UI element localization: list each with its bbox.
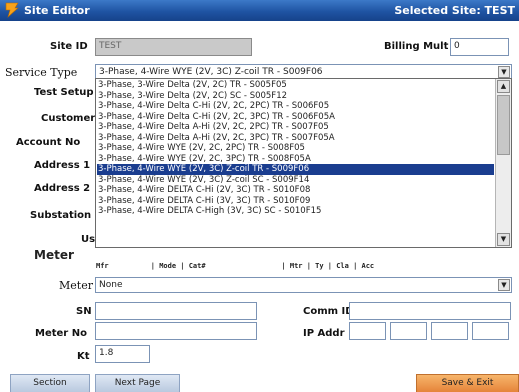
address2-label: Address 2 xyxy=(34,183,91,194)
service-type-selected-value: 3-Phase, 4-Wire WYE (2V, 3C) Z-coil TR -… xyxy=(99,67,323,77)
kt-field[interactable]: 1.8 xyxy=(95,345,150,363)
meter-section-heading: Meter xyxy=(34,248,74,262)
service-type-option[interactable]: 3-Phase, 3-Wire Delta (2V, 2C) TR - S005… xyxy=(97,80,494,91)
chevron-down-icon[interactable]: ▼ xyxy=(498,66,510,78)
ip-addr-label: IP Addr xyxy=(303,328,345,339)
customer-label: Customer xyxy=(41,113,96,124)
service-type-option[interactable]: 3-Phase, 4-Wire DELTA C-Hi (2V, 3C) TR -… xyxy=(97,185,494,196)
ip-octet-4[interactable] xyxy=(472,322,509,340)
chevron-down-icon[interactable]: ▼ xyxy=(498,279,510,291)
service-type-option[interactable]: 3-Phase, 4-Wire Delta C-Hi (2V, 2C, 3PC)… xyxy=(97,112,494,123)
service-type-option[interactable]: 3-Phase, 3-Wire Delta (2V, 2C) SC - S005… xyxy=(97,91,494,102)
meter-no-field[interactable] xyxy=(95,322,257,340)
kt-label: Kt xyxy=(77,351,90,362)
meter-column-header: Mfr | Mode | Cat# | Mtr | Ty | Cla | Acc xyxy=(96,262,375,270)
service-type-listbox[interactable]: 3-Phase, 3-Wire Delta (2V, 2C) TR - S005… xyxy=(95,78,512,248)
sn-field[interactable] xyxy=(95,302,257,320)
selected-site-label: Selected Site: TEST xyxy=(394,4,515,17)
billing-mult-label: Billing Mult xyxy=(384,41,449,52)
scroll-thumb[interactable] xyxy=(497,95,510,155)
section-button[interactable]: Section xyxy=(10,374,90,392)
address1-label: Address 1 xyxy=(34,160,91,171)
site-id-field[interactable]: TEST xyxy=(95,38,252,56)
service-type-option[interactable]: 3-Phase, 4-Wire Delta A-Hi (2V, 2C, 2PC)… xyxy=(97,122,494,133)
service-type-option[interactable]: 3-Phase, 4-Wire WYE (2V, 3C) Z-coil SC -… xyxy=(97,175,494,186)
scroll-down-icon[interactable]: ▼ xyxy=(497,233,510,246)
us-label: Us xyxy=(81,234,96,245)
sn-label: SN xyxy=(76,306,92,317)
test-setup-label: Test Setup xyxy=(34,87,94,98)
meter-selected-value: None xyxy=(99,280,123,290)
service-type-option[interactable]: 3-Phase, 4-Wire Delta A-Hi (2V, 2C, 3PC)… xyxy=(97,133,494,144)
billing-mult-field[interactable]: 0 xyxy=(450,38,509,56)
substation-label: Substation xyxy=(30,210,92,221)
listbox-scrollbar[interactable]: ▲ ▼ xyxy=(495,79,511,247)
meter-select[interactable]: None ▼ xyxy=(95,277,512,293)
ip-octet-1[interactable] xyxy=(349,322,386,340)
site-id-label: Site ID xyxy=(50,41,88,52)
save-exit-button[interactable]: Save & Exit xyxy=(416,374,519,392)
service-type-option[interactable]: 3-Phase, 4-Wire Delta C-Hi (2V, 2C, 2PC)… xyxy=(97,101,494,112)
service-type-option[interactable]: 3-Phase, 4-Wire WYE (2V, 2C, 3PC) TR - S… xyxy=(97,154,494,165)
comm-id-field[interactable] xyxy=(349,302,511,320)
meter-no-label: Meter No xyxy=(35,328,87,339)
comm-id-label: Comm ID xyxy=(303,306,354,317)
ip-octet-3[interactable] xyxy=(431,322,468,340)
title-bar: Site Editor Selected Site: TEST xyxy=(0,0,519,21)
window-title: Site Editor xyxy=(24,4,90,17)
service-type-option[interactable]: 3-Phase, 4-Wire DELTA C-Hi (3V, 3C) TR -… xyxy=(97,196,494,207)
scroll-up-icon[interactable]: ▲ xyxy=(497,80,510,93)
service-type-label: Service Type xyxy=(5,66,78,79)
app-logo-icon xyxy=(5,2,19,18)
meter-label: Meter xyxy=(59,279,93,292)
account-no-label: Account No xyxy=(16,137,81,148)
next-page-button[interactable]: Next Page xyxy=(95,374,180,392)
service-type-option[interactable]: 3-Phase, 4-Wire WYE (2V, 2C, 2PC) TR - S… xyxy=(97,143,494,154)
service-type-option[interactable]: 3-Phase, 4-Wire DELTA C-High (3V, 3C) SC… xyxy=(97,206,494,217)
service-type-option[interactable]: 3-Phase, 4-Wire WYE (2V, 3C) Z-coil TR -… xyxy=(97,164,494,175)
ip-octet-2[interactable] xyxy=(390,322,427,340)
